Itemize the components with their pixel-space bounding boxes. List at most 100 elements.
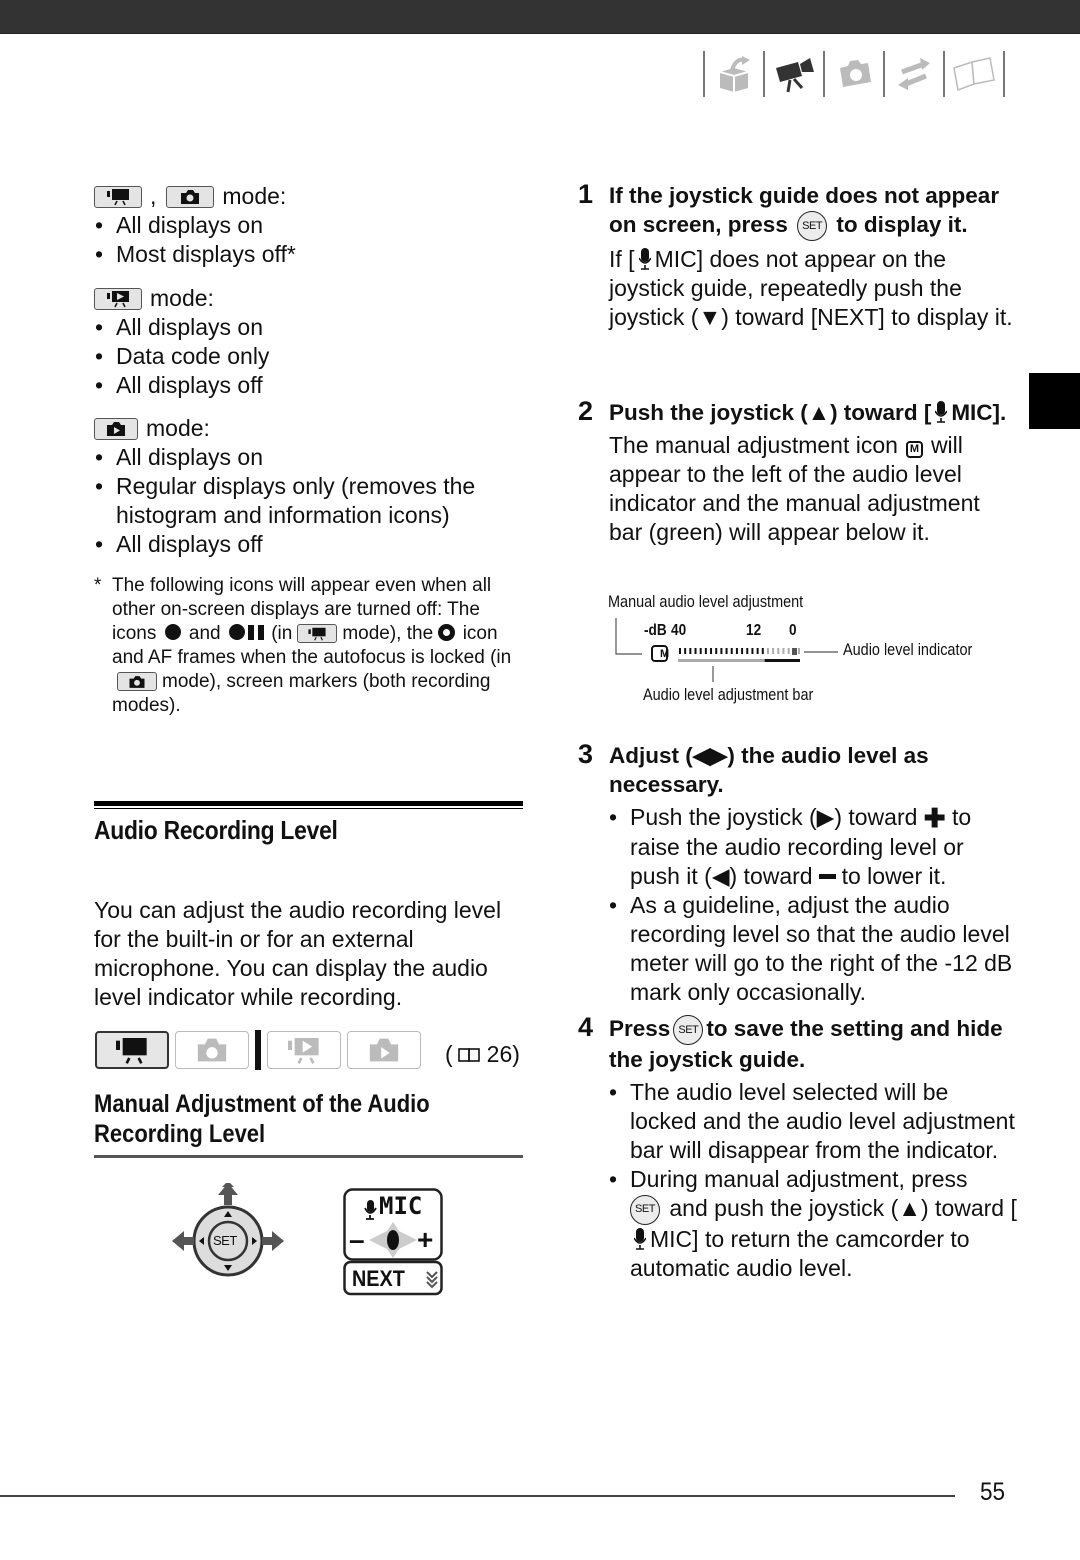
meter-tick	[751, 648, 754, 654]
list-item: Data code only	[94, 342, 524, 371]
meter-tick	[730, 648, 733, 654]
photo-icon[interactable]	[825, 51, 883, 97]
set-button-icon: SET	[797, 211, 828, 242]
mode-label: mode:	[150, 285, 214, 311]
bullet-text: Push the joystick (▶) toward	[630, 804, 918, 830]
adjustment-bar-fill	[764, 659, 800, 662]
section-title: Audio Recording Level	[94, 815, 338, 845]
book-icon	[457, 1048, 480, 1062]
list-item: All displays on	[94, 211, 524, 240]
meter-tick	[787, 648, 790, 654]
minus-icon	[818, 874, 836, 879]
step-heading: Press SET to save the setting and hide the…	[609, 1014, 1018, 1074]
step-body: The manual adjustment icon Mwill appear t…	[609, 431, 1018, 547]
meter-tick	[741, 648, 744, 654]
record-icon	[164, 624, 181, 640]
list-item: As a guideline, adjust the audio recordi…	[609, 891, 1018, 1007]
meter-tick	[772, 648, 775, 654]
step-heading: If the joystick guide does not appear on…	[609, 181, 1018, 242]
db-unit-label: -dB	[644, 622, 667, 639]
footnote-marker: *	[94, 575, 102, 596]
footer-rule	[0, 1495, 955, 1497]
page-reference[interactable]: (26)	[445, 1041, 520, 1068]
label-adjustment-bar: Audio level adjustment bar	[643, 685, 814, 704]
step-number: 4	[578, 1012, 594, 1042]
joystick-diagram: SET	[172, 1181, 284, 1279]
bullet-text: to lower it.	[841, 863, 947, 889]
step-number: 2	[578, 396, 594, 426]
tick-label-40: 40	[671, 622, 687, 639]
movie-mode-icon	[297, 624, 338, 644]
section-rule	[94, 801, 523, 809]
footnote-text: and	[188, 623, 221, 644]
meter-tick	[756, 648, 759, 654]
page-ref-number: 26	[486, 1041, 513, 1067]
photo-mode-icon	[117, 672, 157, 692]
option-list: All displays on Regular displays only (r…	[94, 443, 524, 559]
step-heading-text: MIC].	[951, 400, 1007, 425]
meter-tick	[761, 648, 764, 654]
label-audio-level-indicator: Audio level indicator	[843, 640, 973, 659]
meter-tick	[689, 648, 692, 654]
separator: ,	[150, 183, 157, 209]
step-heading-text: Push the joystick (▲) toward [	[609, 400, 932, 425]
intro-paragraph: You can adjust the audio recording level…	[94, 897, 502, 1010]
option-list: All displays on Data code only All displ…	[94, 313, 524, 400]
chapter-tab-marker	[1029, 373, 1080, 429]
footnote-text: mode), the	[342, 623, 434, 644]
step-bullets: Push the joystick (▶) toward ✚ to raise …	[609, 803, 1018, 1007]
footnote-text: mode), screen markers (both recording mo…	[112, 671, 491, 716]
step-heading: Push the joystick (▲) toward [ MIC].	[609, 398, 1018, 427]
meter-tick	[694, 648, 697, 654]
manual-adjustment-icon: M	[905, 441, 923, 458]
step-body-text: MIC] does not appear on the joystick gui…	[609, 246, 1013, 331]
mode-tab-movie-playback	[267, 1031, 341, 1069]
bullet-text: MIC] to return the camcorder to automati…	[630, 1225, 970, 1281]
subsection-rule	[94, 1155, 523, 1158]
meter-tick	[798, 648, 800, 654]
chapter-nav	[703, 50, 1005, 98]
meter-tick	[704, 648, 707, 654]
step-body-text: If [	[609, 246, 635, 273]
set-button-icon: SET	[630, 1194, 660, 1225]
meter-tick	[735, 648, 738, 654]
tick-label-0: 0	[789, 622, 797, 639]
set-button-icon: SET	[673, 1015, 704, 1046]
meter-tick	[699, 648, 702, 654]
list-item: All displays on	[94, 443, 524, 472]
list-item: During manual adjustment, pressSET and p…	[609, 1165, 1018, 1283]
step-heading: Adjust (◀▶) the audio level as necessary…	[609, 743, 929, 797]
microphone-icon	[638, 248, 651, 270]
meter-tick	[782, 648, 785, 654]
footnote: * The following icons will appear even w…	[94, 574, 524, 718]
tick-label-12: 12	[746, 622, 762, 639]
video-icon[interactable]	[765, 51, 823, 97]
meter-tick	[746, 648, 749, 654]
mode-tab-movie-record	[95, 1031, 169, 1069]
step-2: 2 Push the joystick (▲) toward [ MIC]. Th…	[578, 396, 1018, 547]
mode-availability	[95, 1030, 427, 1070]
photo-playback-mode-icon	[94, 417, 138, 440]
step-body: If [MIC] does not appear on the joystick…	[609, 245, 1018, 332]
list-item: The audio level selected will be locked …	[609, 1078, 1018, 1165]
external-connections-icon[interactable]	[885, 51, 943, 97]
step-3: 3 Adjust (◀▶) the audio level as necessa…	[578, 739, 1018, 1007]
meter-tick	[777, 648, 780, 654]
list-item: Push the joystick (▶) toward ✚ to raise …	[609, 803, 1018, 891]
reference-book-icon[interactable]	[945, 51, 1003, 97]
focus-lock-icon	[438, 624, 456, 641]
display-group-recording: , mode: All displays on Most displays of…	[94, 182, 524, 269]
step-number: 1	[578, 179, 594, 209]
audio-level-diagram: Manual audio level adjustment M -dB 40 1…	[608, 590, 1008, 710]
meter-tick	[725, 648, 728, 654]
step-bullets: The audio level selected will be locked …	[609, 1078, 1018, 1283]
step-heading-text: Press	[609, 1016, 671, 1041]
list-item: All displays off	[94, 371, 524, 400]
getting-started-icon[interactable]	[705, 51, 763, 97]
meter-tick	[715, 648, 718, 654]
minus-label: –	[349, 1224, 365, 1255]
bullet-text: During manual adjustment, press	[630, 1166, 968, 1193]
plus-icon: ✚	[923, 803, 946, 833]
step-number: 3	[578, 739, 594, 769]
movie-mode-icon	[94, 185, 142, 208]
